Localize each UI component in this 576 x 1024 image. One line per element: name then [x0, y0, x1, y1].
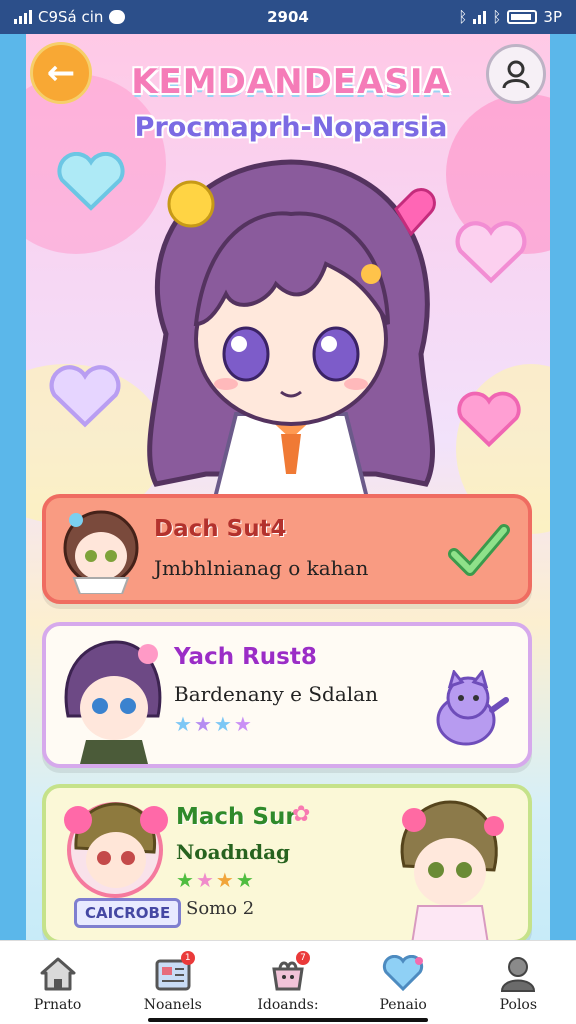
nav-label: Prnato — [33, 997, 82, 1013]
star-icon: ★ — [176, 868, 194, 892]
cell-signal-icon — [473, 10, 487, 24]
nav-label: Noanels — [143, 997, 202, 1013]
avatar — [64, 640, 162, 764]
quest-card-1[interactable]: Dach Sut4 Jmbhlnianag o kahan — [42, 494, 532, 604]
purple-cat-icon — [436, 670, 509, 746]
star-icon: ★ — [174, 712, 192, 736]
nav-item-home[interactable]: Prnato — [8, 955, 108, 1013]
star-rating: ★ ★ ★ ★ — [176, 868, 254, 892]
nav-item-profile[interactable]: Polos — [468, 955, 568, 1013]
app-title: KEMDANDEASIA — [131, 62, 451, 102]
battery-text: 3P — [543, 8, 562, 26]
count-label: Somo 2 — [186, 898, 255, 919]
checkmark-arrow-icon[interactable] — [448, 520, 510, 580]
main-screen: ← KEMDANDEASIA Procmaprh-Noparsia Dach S… — [26, 34, 550, 940]
card-subtitle: Noadndag — [176, 840, 291, 864]
star-rating: ★ ★ ★ ★ — [174, 712, 252, 736]
signal-icon — [14, 10, 32, 24]
card-subtitle: Bardenany e Sdalan — [174, 682, 378, 706]
nav-item-favorites[interactable]: Penaio — [353, 955, 453, 1013]
star-icon: ★ — [233, 712, 252, 736]
card-subtitle: Jmbhlnianag o kahan — [154, 556, 369, 580]
arrow-left-icon: ← — [46, 53, 76, 93]
hero-character-illustration — [147, 159, 436, 516]
nav-label: Polos — [499, 997, 538, 1013]
nav-item-news[interactable]: 1 Noanels — [123, 951, 223, 1013]
bluetooth-icon-2: ᛒ — [492, 8, 502, 26]
star-icon: ★ — [235, 868, 254, 892]
back-button[interactable]: ← — [30, 42, 92, 104]
avatar — [63, 510, 139, 594]
nav-label: Idoands: — [257, 997, 319, 1013]
nav-label: Penaio — [379, 997, 427, 1013]
status-time: 2904 — [267, 8, 309, 26]
carrier-name: C9Sá cin — [38, 8, 104, 26]
quest-card-3[interactable]: CAICROBE Mach Sur ✿ Noadndag ★ ★ ★ ★ Som… — [42, 784, 532, 940]
companion-character-illustration — [400, 800, 504, 940]
heart-icon — [457, 391, 521, 448]
card-title: Dach Sut4 — [154, 516, 287, 542]
star-icon: ★ — [213, 712, 232, 736]
nav-item-items[interactable]: 7 Idoands: — [238, 951, 338, 1013]
heart-icon: ✿ — [292, 802, 311, 827]
notification-badge: 7 — [295, 951, 310, 965]
status-bar: C9Sá cin 2904 ᛒ ᛒ 3P — [0, 0, 576, 34]
bottom-navigation: Prnato 1 Noanels 7 Idoands: Penaio Polos — [0, 940, 576, 1024]
card-title: Yach Rust8 — [174, 644, 317, 670]
star-icon: ★ — [215, 868, 234, 892]
battery-icon — [507, 10, 538, 24]
home-icon — [40, 957, 76, 991]
tag-badge: CAICROBE — [74, 898, 182, 928]
user-icon — [502, 60, 530, 89]
profile-icon — [501, 957, 536, 992]
heart-icon — [49, 365, 121, 428]
quest-card-2[interactable]: Yach Rust8 Bardenany e Sdalan ★ ★ ★ ★ — [42, 622, 532, 768]
card-title: Mach Sur — [176, 804, 297, 830]
avatar — [64, 802, 168, 898]
star-icon: ★ — [195, 868, 214, 892]
heart-icon — [383, 955, 424, 992]
chat-icon — [109, 10, 126, 24]
heart-icon — [455, 221, 527, 284]
heart-icon — [57, 152, 125, 211]
notification-badge: 1 — [180, 951, 195, 965]
star-icon: ★ — [193, 712, 212, 736]
app-subtitle: Procmaprh-Noparsia — [134, 112, 448, 143]
home-indicator — [148, 1018, 428, 1022]
bluetooth-icon: ᛒ — [458, 8, 468, 26]
profile-button[interactable] — [486, 44, 546, 104]
